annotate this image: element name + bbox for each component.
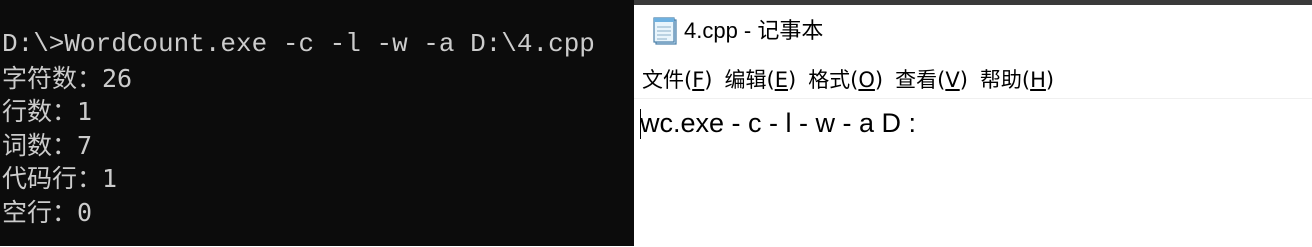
menu-help[interactable]: 帮助(H) [976,63,1058,97]
notepad-window: 4.cpp - 记事本 文件(F) 编辑(E) 格式(O) 查看(V) 帮助(H… [634,0,1312,247]
text-editor[interactable]: wc.exe - c - l - w - a D : [634,98,1312,247]
console-command-line: D:\>WordCount.exe -c -l -w -a D:\4.cpp [2,29,595,59]
editor-content: wc.exe - c - l - w - a D : [640,108,917,138]
menu-file[interactable]: 文件(F) [638,63,717,97]
menu-bar: 文件(F) 编辑(E) 格式(O) 查看(V) 帮助(H) [634,62,1312,98]
console-window[interactable]: D:\>WordCount.exe -c -l -w -a D:\4.cpp 字… [0,0,634,246]
notepad-icon[interactable] [650,16,680,46]
console-word-count-line: 词数：7 [2,130,93,160]
console-blank-lines-line: 空行：0 [2,197,93,227]
console-code-lines-line: 代码行：1 [2,164,118,193]
menu-view[interactable]: 查看(V) [891,63,972,97]
console-char-count-line: 字符数：26 [2,63,133,93]
menu-edit[interactable]: 编辑(E) [721,63,801,97]
window-title: 4.cpp - 记事本 [684,18,824,43]
title-divider [634,0,1312,5]
notepad-titlebar[interactable]: 4.cpp - 记事本 [634,0,1312,60]
menu-format[interactable]: 格式(O) [804,63,887,97]
console-line-count-line: 行数：1 [2,97,93,126]
console-output: D:\>WordCount.exe -c -l -w -a D:\4.cpp 字… [2,28,595,229]
